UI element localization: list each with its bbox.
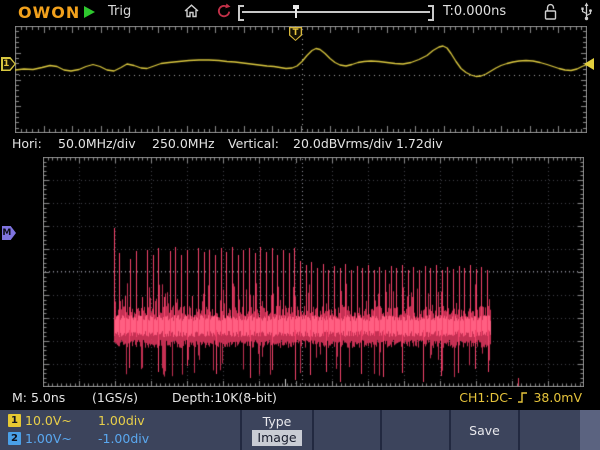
- hori-label: Hori:: [12, 136, 42, 151]
- menu-divider: [312, 410, 314, 450]
- trigger-level-readout: 38.0mV: [533, 390, 582, 405]
- ch1-position-marker[interactable]: 1: [1, 57, 16, 71]
- hori-scale: 50.0MHz/div: [58, 136, 136, 151]
- vertical-scale: 20.0dBVrms/div: [293, 136, 392, 151]
- home-icon[interactable]: [183, 3, 200, 19]
- run-play-icon: [84, 6, 95, 18]
- top-status-bar: OWON Trig T:0.000ns: [0, 0, 600, 25]
- fft-settings-row: Hori: 50.0MHz/div 250.0MHz Vertical: 20.…: [0, 136, 600, 153]
- trigger-time-readout: T:0.000ns: [443, 4, 506, 19]
- math-fft-position-marker[interactable]: M: [2, 226, 16, 240]
- trigger-level-arrow[interactable]: [584, 58, 594, 70]
- type-value-image[interactable]: Image: [252, 430, 301, 446]
- trigger-status-label: Trig: [108, 4, 131, 19]
- trigger-readout: CH1:DC- 38.0mV: [459, 390, 582, 405]
- ch1-offset: 1.00div: [98, 413, 145, 428]
- ch2-badge: 2: [8, 432, 21, 445]
- menu-cell-save[interactable]: Save: [451, 410, 518, 450]
- fft-spectrum-display: [43, 157, 584, 387]
- trigger-position-bar[interactable]: [238, 5, 434, 18]
- ch1-readout[interactable]: 1 10.0V~ 1.00div: [8, 413, 145, 428]
- vertical-label: Vertical:: [228, 136, 279, 151]
- refresh-icon[interactable]: [215, 3, 232, 20]
- type-label: Type: [263, 414, 292, 429]
- timebase-readout: M: 5.0ns: [12, 390, 65, 405]
- ch2-offset: -1.00div: [98, 431, 149, 446]
- bar-right-bracket: [428, 5, 434, 21]
- bar-line: [242, 11, 430, 13]
- center-frequency: 250.0MHz: [152, 136, 215, 151]
- rising-edge-icon: [517, 391, 528, 404]
- vertical-ref-position: 1.72div: [396, 136, 443, 151]
- acquisition-status-row: M: 5.0ns (1GS/s) Depth:10K(8-bit) CH1:DC…: [0, 390, 600, 407]
- menu-cell-type[interactable]: Type Image: [242, 410, 312, 450]
- ch1-waveform-display: [15, 26, 587, 133]
- unlock-icon: [543, 3, 558, 21]
- ch1-volts-per-div: 10.0V~: [25, 413, 80, 428]
- ch2-volts-per-div: 1.00V~: [25, 431, 80, 446]
- brand-logo: OWON: [18, 3, 80, 22]
- memory-depth-readout: Depth:10K(8-bit): [172, 390, 277, 405]
- trigger-point-marker[interactable]: T: [289, 27, 302, 41]
- ch2-readout[interactable]: 2 1.00V~ -1.00div: [8, 431, 149, 446]
- ch1-badge: 1: [8, 414, 21, 427]
- menu-divider: [380, 410, 382, 450]
- save-label: Save: [469, 423, 500, 438]
- bottom-menu-bar: 1 10.0V~ 1.00div 2 1.00V~ -1.00div Type …: [0, 410, 600, 450]
- menu-divider: [518, 410, 520, 450]
- trigger-source: CH1:DC-: [459, 390, 512, 405]
- menu-scroll-strip[interactable]: [580, 410, 600, 450]
- sample-rate-readout: (1GS/s): [92, 390, 138, 405]
- bar-left-bracket: [238, 5, 244, 21]
- oscilloscope-screen: OWON Trig T:0.000ns: [0, 0, 600, 450]
- usb-icon: [580, 2, 593, 22]
